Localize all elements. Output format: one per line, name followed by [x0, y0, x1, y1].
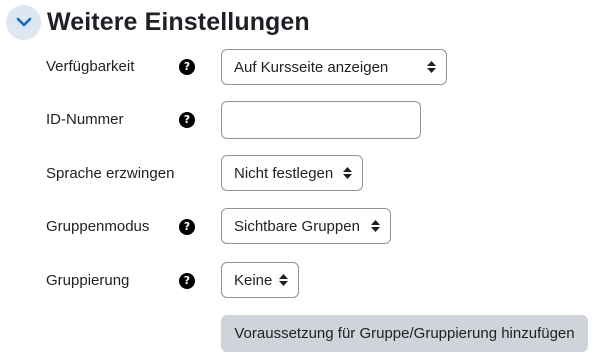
field-row-id-number: ID-Nummer ? — [0, 101, 598, 139]
group-mode-select-value: Sichtbare Gruppen — [234, 217, 360, 235]
field-label-group-mode: Gruppenmodus — [46, 218, 150, 235]
sort-arrows-icon — [427, 61, 436, 73]
sort-arrows-icon — [279, 274, 288, 286]
section-header: Weitere Einstellungen — [6, 4, 310, 40]
collapse-toggle-button[interactable] — [6, 4, 41, 40]
question-circle-icon[interactable]: ? — [179, 59, 195, 75]
section-title: Weitere Einstellungen — [47, 7, 310, 36]
add-group-restriction-button[interactable]: Voraussetzung für Gruppe/Gruppierung hin… — [221, 315, 588, 352]
field-label-availability: Verfügbarkeit — [46, 58, 135, 75]
force-language-select[interactable]: Nicht festlegen — [221, 155, 363, 191]
question-circle-icon[interactable]: ? — [179, 112, 195, 128]
field-row-availability: Verfügbarkeit ? Auf Kursseite anzeigen — [0, 49, 598, 85]
grouping-select[interactable]: Keine — [221, 262, 299, 298]
group-mode-select[interactable]: Sichtbare Gruppen — [221, 208, 391, 244]
id-number-input[interactable] — [221, 101, 421, 139]
question-circle-icon[interactable]: ? — [179, 273, 195, 289]
sort-arrows-icon — [343, 167, 352, 179]
field-row-force-language: Sprache erzwingen Nicht festlegen — [0, 155, 598, 191]
chevron-down-icon — [16, 17, 31, 26]
availability-select-value: Auf Kursseite anzeigen — [234, 58, 389, 76]
availability-select[interactable]: Auf Kursseite anzeigen — [221, 49, 447, 85]
sort-arrows-icon — [371, 220, 380, 232]
field-row-group-mode: Gruppenmodus ? Sichtbare Gruppen — [0, 208, 598, 244]
field-label-grouping: Gruppierung — [46, 272, 130, 289]
field-label-force-language: Sprache erzwingen — [46, 165, 175, 182]
grouping-select-value: Keine — [234, 271, 273, 289]
question-circle-icon[interactable]: ? — [179, 219, 195, 235]
field-label-id-number: ID-Nummer — [46, 111, 124, 128]
field-row-grouping: Gruppierung ? Keine — [0, 262, 598, 298]
force-language-select-value: Nicht festlegen — [234, 164, 334, 182]
